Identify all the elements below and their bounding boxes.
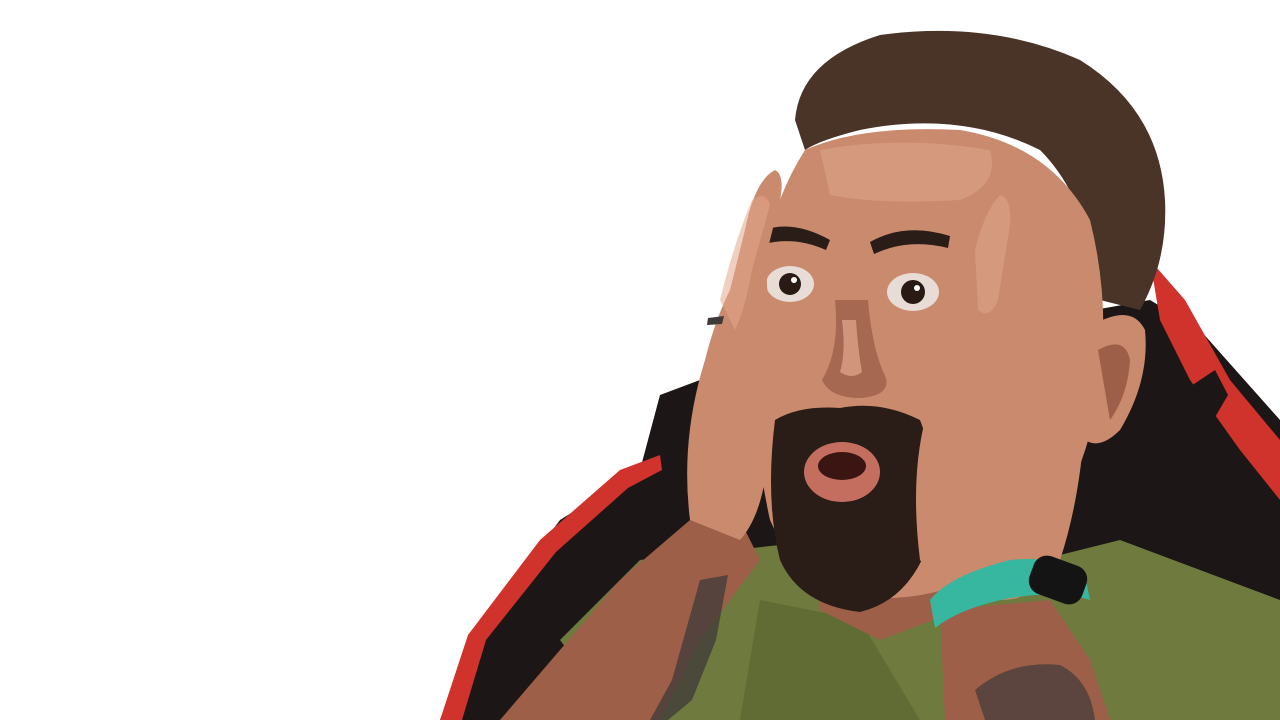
forehead-highlight — [820, 142, 992, 202]
image-canvas — [0, 0, 1280, 720]
mouth-open — [818, 452, 866, 480]
photo-scene — [440, 30, 1280, 720]
right-eye — [887, 273, 939, 311]
left-eye — [766, 266, 814, 302]
left-ring — [707, 316, 724, 325]
